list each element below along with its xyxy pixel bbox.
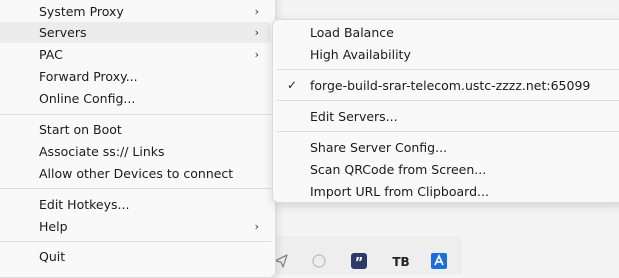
menu-item-label: System Proxy — [39, 4, 124, 19]
menu-item-label: Online Config... — [39, 91, 136, 106]
menu-item-forward-proxy[interactable]: Forward Proxy... — [0, 66, 271, 87]
menu-item-label: Quit — [39, 249, 66, 264]
menu-item-label: High Availability — [310, 47, 411, 62]
menu-item-label: Help — [39, 219, 68, 234]
menu-item-help[interactable]: Help › — [0, 216, 271, 237]
menu-separator — [277, 131, 619, 132]
chevron-right-icon: › — [254, 220, 259, 233]
chevron-right-icon: › — [254, 26, 259, 39]
menu-item-associate-links[interactable]: Associate ss:// Links — [0, 141, 271, 162]
menu-item-high-availability[interactable]: High Availability — [277, 44, 619, 65]
chevron-right-icon: › — [254, 48, 259, 61]
menu-item-label: forge-build-srar-telecom.ustc-zzzz.net:6… — [310, 78, 591, 93]
checkmark-icon: ✓ — [287, 78, 298, 92]
menu-item-pac[interactable]: PAC › — [0, 44, 271, 65]
menu-item-allow-other-devices[interactable]: Allow other Devices to connect — [0, 163, 271, 184]
menu-item-label: Forward Proxy... — [39, 69, 138, 84]
menu-item-edit-hotkeys[interactable]: Edit Hotkeys... — [0, 194, 271, 215]
menu-item-scan-qrcode[interactable]: Scan QRCode from Screen... — [277, 159, 619, 180]
menu-item-server-entry[interactable]: ✓ forge-build-srar-telecom.ustc-zzzz.net… — [277, 75, 619, 96]
menu-item-label: Share Server Config... — [310, 140, 448, 155]
menu-item-label: Load Balance — [310, 25, 394, 40]
menu-item-quit[interactable]: Quit — [0, 246, 271, 267]
menu-item-share-server-config[interactable]: Share Server Config... — [277, 137, 619, 158]
menu-separator — [277, 69, 619, 70]
menu-item-label: Import URL from Clipboard... — [310, 184, 489, 199]
tb-app-label: TB — [392, 255, 409, 269]
menu-item-label: Scan QRCode from Screen... — [310, 162, 487, 177]
menu-separator — [0, 188, 271, 189]
tray-context-menu: System Proxy › Servers › PAC › Forward P… — [0, 0, 276, 278]
servers-submenu: Load Balance High Availability ✓ forge-b… — [272, 19, 619, 203]
menu-item-servers[interactable]: Servers › — [0, 22, 271, 43]
menu-item-label: Allow other Devices to connect — [39, 166, 234, 181]
quote-app-icon[interactable]: ” — [350, 252, 368, 270]
quote-app-label: ” — [355, 256, 364, 270]
menu-item-label: Start on Boot — [39, 122, 122, 137]
menu-item-import-url[interactable]: Import URL from Clipboard... — [277, 181, 619, 202]
menu-item-online-config[interactable]: Online Config... — [0, 88, 271, 109]
menu-item-label: Edit Hotkeys... — [39, 197, 130, 212]
circle-app-icon[interactable] — [310, 252, 328, 270]
menu-item-label: Edit Servers... — [310, 109, 398, 124]
menu-item-edit-servers[interactable]: Edit Servers... — [277, 106, 619, 127]
menu-item-label: PAC — [39, 47, 63, 62]
menu-separator — [0, 241, 271, 242]
menu-item-start-on-boot[interactable]: Start on Boot — [0, 119, 271, 140]
blue-app-icon[interactable] — [430, 252, 448, 270]
menu-separator — [0, 114, 271, 115]
tb-app-icon[interactable]: TB — [392, 252, 410, 270]
menu-item-label: Servers — [39, 25, 87, 40]
menu-item-load-balance[interactable]: Load Balance — [277, 22, 619, 43]
chevron-right-icon: › — [254, 5, 259, 18]
menu-separator — [277, 100, 619, 101]
menu-item-system-proxy[interactable]: System Proxy › — [0, 1, 271, 22]
menu-item-label: Associate ss:// Links — [39, 144, 165, 159]
